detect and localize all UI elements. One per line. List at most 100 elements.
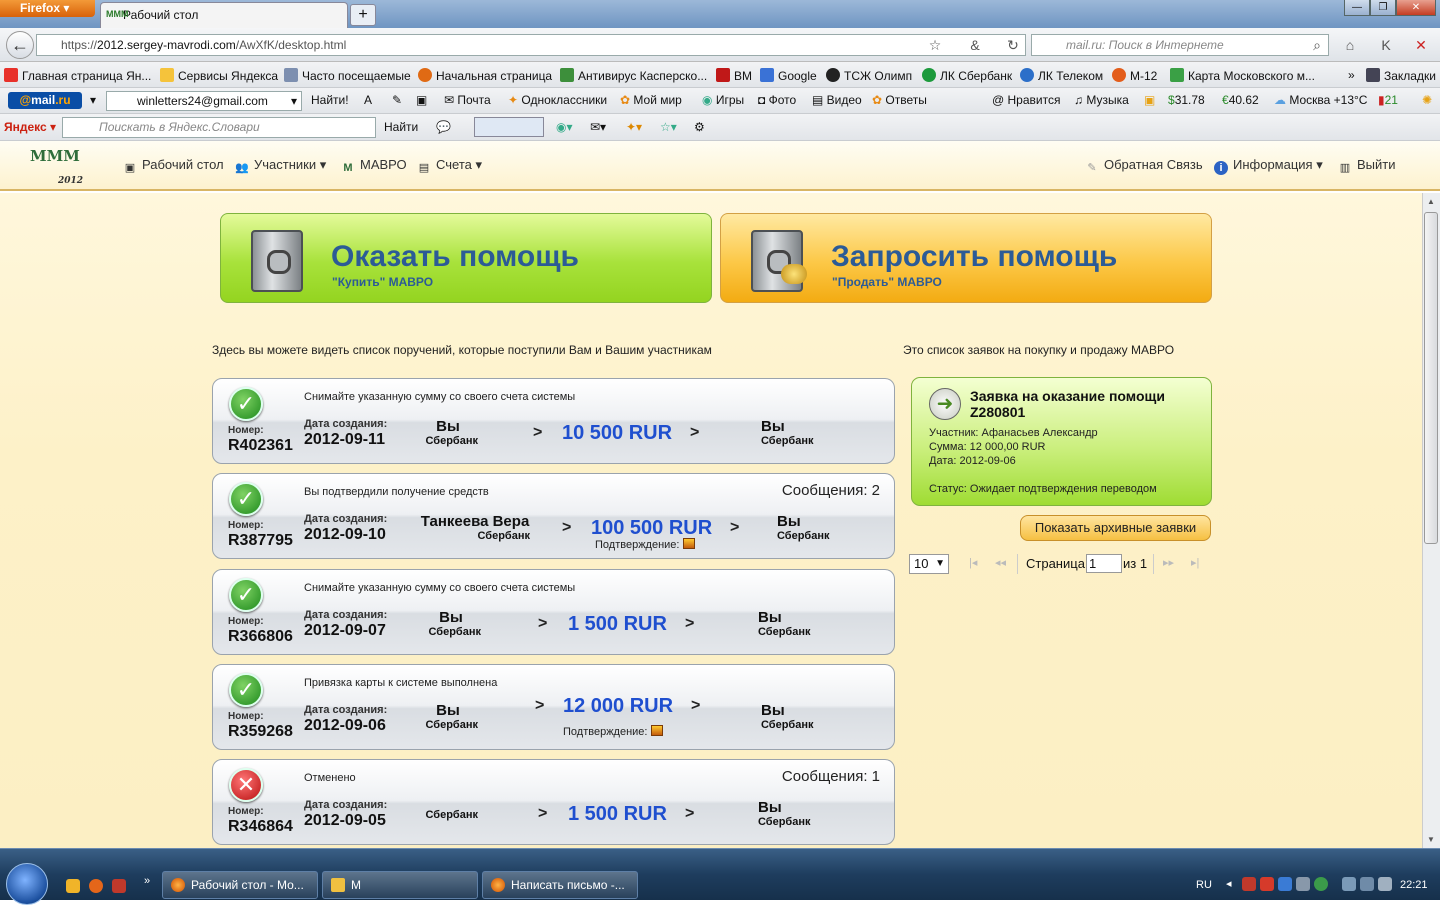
mail-link[interactable]: ✉ Почта: [444, 93, 491, 107]
font-size-icon[interactable]: A: [364, 93, 372, 107]
close-icon[interactable]: ✕: [1396, 0, 1436, 16]
scroll-down-icon[interactable]: ▼: [1427, 835, 1435, 844]
menu-accounts[interactable]: ▤ Счета ▾: [417, 157, 482, 175]
taskbar-window-explorer[interactable]: М: [322, 871, 478, 899]
bookmark-item[interactable]: ТСЖ Олимп: [826, 68, 912, 83]
menu-participants[interactable]: 👥 Участники ▾: [235, 157, 326, 175]
order-confirmation[interactable]: Подтверждение:: [563, 725, 664, 738]
bookmark-star-icon[interactable]: ☆: [926, 36, 944, 54]
like-link[interactable]: @ Нравится: [992, 93, 1060, 107]
games-link[interactable]: ◉ Игры: [702, 93, 744, 107]
per-page-select[interactable]: 10 ▼: [909, 554, 949, 574]
home-icon[interactable]: ⌂: [1341, 36, 1359, 54]
bookmark-item[interactable]: Начальная страница: [418, 68, 552, 83]
tray-display-icon[interactable]: [1296, 877, 1310, 891]
maximize-icon[interactable]: ❐: [1370, 0, 1396, 16]
windows-start-icon[interactable]: [6, 863, 48, 905]
menu-desktop[interactable]: ▣ Рабочий стол: [123, 157, 224, 175]
scrollbar-thumb[interactable]: [1424, 212, 1438, 544]
scroll-up-icon[interactable]: ▲: [1427, 197, 1435, 206]
ya-settings-icon[interactable]: ⚙: [694, 120, 705, 134]
tray-chrome-icon[interactable]: [1314, 877, 1328, 891]
bookmark-item[interactable]: ЛК Сбербанк: [922, 68, 1012, 83]
mmm-logo[interactable]: MMM 2012: [30, 147, 83, 187]
order-card[interactable]: ✓ Номер: R387795 Вы подтвердили получени…: [212, 473, 895, 559]
ampersand-icon[interactable]: &: [966, 36, 984, 54]
menu-logout[interactable]: ▥ Выйти: [1338, 157, 1396, 175]
request-card[interactable]: ➜ Заявка на оказание помощи Z280801 Участ…: [911, 377, 1212, 506]
bookmarks-menu[interactable]: Закладки: [1366, 68, 1436, 83]
order-messages-link[interactable]: Сообщения: 2: [782, 482, 880, 499]
menu-feedback[interactable]: ✎ Обратная Связь: [1085, 157, 1202, 175]
traffic-widget[interactable]: ▮21: [1378, 93, 1398, 107]
order-card[interactable]: ✓ Номер: R402361 Снимайте указанную сумм…: [212, 378, 895, 464]
bookmark-item[interactable]: Антивирус Касперско...: [560, 68, 707, 83]
show-archive-button[interactable]: Показать архивные заявки: [1020, 515, 1211, 541]
tray-kaspersky-icon[interactable]: [1242, 877, 1256, 891]
bookmark-item[interactable]: Часто посещаемые: [284, 68, 411, 83]
bookmark-item[interactable]: М-12: [1112, 68, 1157, 83]
moimir-link[interactable]: ✿ Мой мир: [620, 93, 682, 107]
bookmark-item[interactable]: Сервисы Яндекса: [160, 68, 278, 83]
quicklaunch-folder-icon[interactable]: [66, 879, 80, 893]
frame-icon[interactable]: ▣: [416, 93, 427, 107]
ya-bookmark-icon[interactable]: ☆▾: [660, 120, 677, 134]
bookmark-item[interactable]: Карта Московского м...: [1170, 68, 1315, 83]
photo-link[interactable]: ◘ Фото: [758, 93, 796, 107]
chevron-down-icon[interactable]: ▾: [291, 92, 297, 110]
kaspersky-icon[interactable]: K: [1377, 36, 1395, 54]
highlight-icon[interactable]: ✎: [392, 93, 402, 107]
translate-tool-button[interactable]: [474, 117, 544, 137]
quicklaunch-more-icon[interactable]: »: [144, 875, 150, 887]
mail-find-button[interactable]: Найти!: [311, 93, 349, 107]
music-link[interactable]: ♫ Музыка: [1074, 93, 1129, 107]
search-input[interactable]: mail.ru: Поиск в Интернете: [1031, 34, 1329, 56]
language-indicator[interactable]: RU: [1196, 879, 1212, 891]
tray-wifi-icon[interactable]: [1360, 877, 1374, 891]
new-tab-button[interactable]: +: [350, 4, 376, 26]
comment-icon[interactable]: 💬: [436, 120, 451, 134]
answers-link[interactable]: ✿ Ответы: [872, 93, 927, 107]
tray-volume-icon[interactable]: [1378, 877, 1392, 891]
order-card[interactable]: ✓ Номер: R366806 Снимайте указанную сумм…: [212, 569, 895, 655]
yandex-logo[interactable]: Яндекс ▾: [4, 120, 56, 134]
back-arrow-icon[interactable]: ←: [6, 31, 34, 59]
settings-gear-icon[interactable]: ✺: [1422, 93, 1432, 107]
menu-info[interactable]: i Информация ▾: [1214, 157, 1323, 175]
bookmark-item[interactable]: ЛК Телеком: [1020, 68, 1103, 83]
next-page-icon[interactable]: ▸▸: [1163, 556, 1174, 569]
ya-apps-icon[interactable]: ✦▾: [626, 120, 642, 134]
mail-check-icon[interactable]: ✉▾: [590, 120, 606, 134]
bookmarks-more-button[interactable]: »: [1348, 68, 1355, 82]
tray-antivirus-icon[interactable]: [1260, 877, 1274, 891]
prev-page-icon[interactable]: ◂◂: [995, 556, 1006, 569]
menu-mavro[interactable]: M МАВРО: [341, 157, 406, 175]
refresh-green-icon[interactable]: ◉▾: [556, 120, 573, 134]
firefox-menu-button[interactable]: Firefox ▾: [0, 0, 95, 17]
tools-icon[interactable]: ✕: [1412, 36, 1430, 54]
taskbar-window-firefox[interactable]: Рабочий стол - Мо...: [162, 871, 318, 899]
page-input[interactable]: 1: [1086, 554, 1122, 573]
order-card[interactable]: ✕ Номер: R346864 Отменено Сообщения: 1 Д…: [212, 759, 895, 845]
bookmark-item[interactable]: ВМ: [716, 68, 752, 83]
clock[interactable]: 22:21: [1400, 879, 1428, 891]
reload-icon[interactable]: ↻: [1004, 36, 1022, 54]
first-page-icon[interactable]: |◂: [969, 556, 977, 569]
mailru-logo[interactable]: @mail.ru: [8, 92, 82, 109]
yandex-find-button[interactable]: Найти: [384, 120, 418, 134]
last-page-icon[interactable]: ▸|: [1191, 556, 1199, 569]
video-link[interactable]: ▤ Видео: [812, 93, 862, 107]
taskbar-window-mail[interactable]: Написать письмо -...: [482, 871, 638, 899]
bookmark-item[interactable]: Главная страница Ян...: [4, 68, 151, 83]
eur-rate[interactable]: €40.62: [1222, 93, 1259, 107]
odnoklassniki-link[interactable]: ✦ Одноклассники: [508, 93, 607, 107]
usd-rate[interactable]: $31.78: [1168, 93, 1205, 107]
minimize-icon[interactable]: —: [1344, 0, 1370, 16]
ask-help-button[interactable]: Запросить помощь "Продать" МАВРО: [720, 213, 1212, 303]
quicklaunch-kaspersky-icon[interactable]: [112, 879, 126, 893]
calendar-icon[interactable]: ▣: [1144, 93, 1155, 107]
order-confirmation[interactable]: Подтверждение:: [595, 538, 696, 551]
order-card[interactable]: ✓ Номер: R359268 Привязка карты к систем…: [212, 664, 895, 750]
search-icon[interactable]: ⌕: [1308, 36, 1326, 54]
give-help-button[interactable]: Оказать помощь "Купить" МАВРО: [220, 213, 712, 303]
